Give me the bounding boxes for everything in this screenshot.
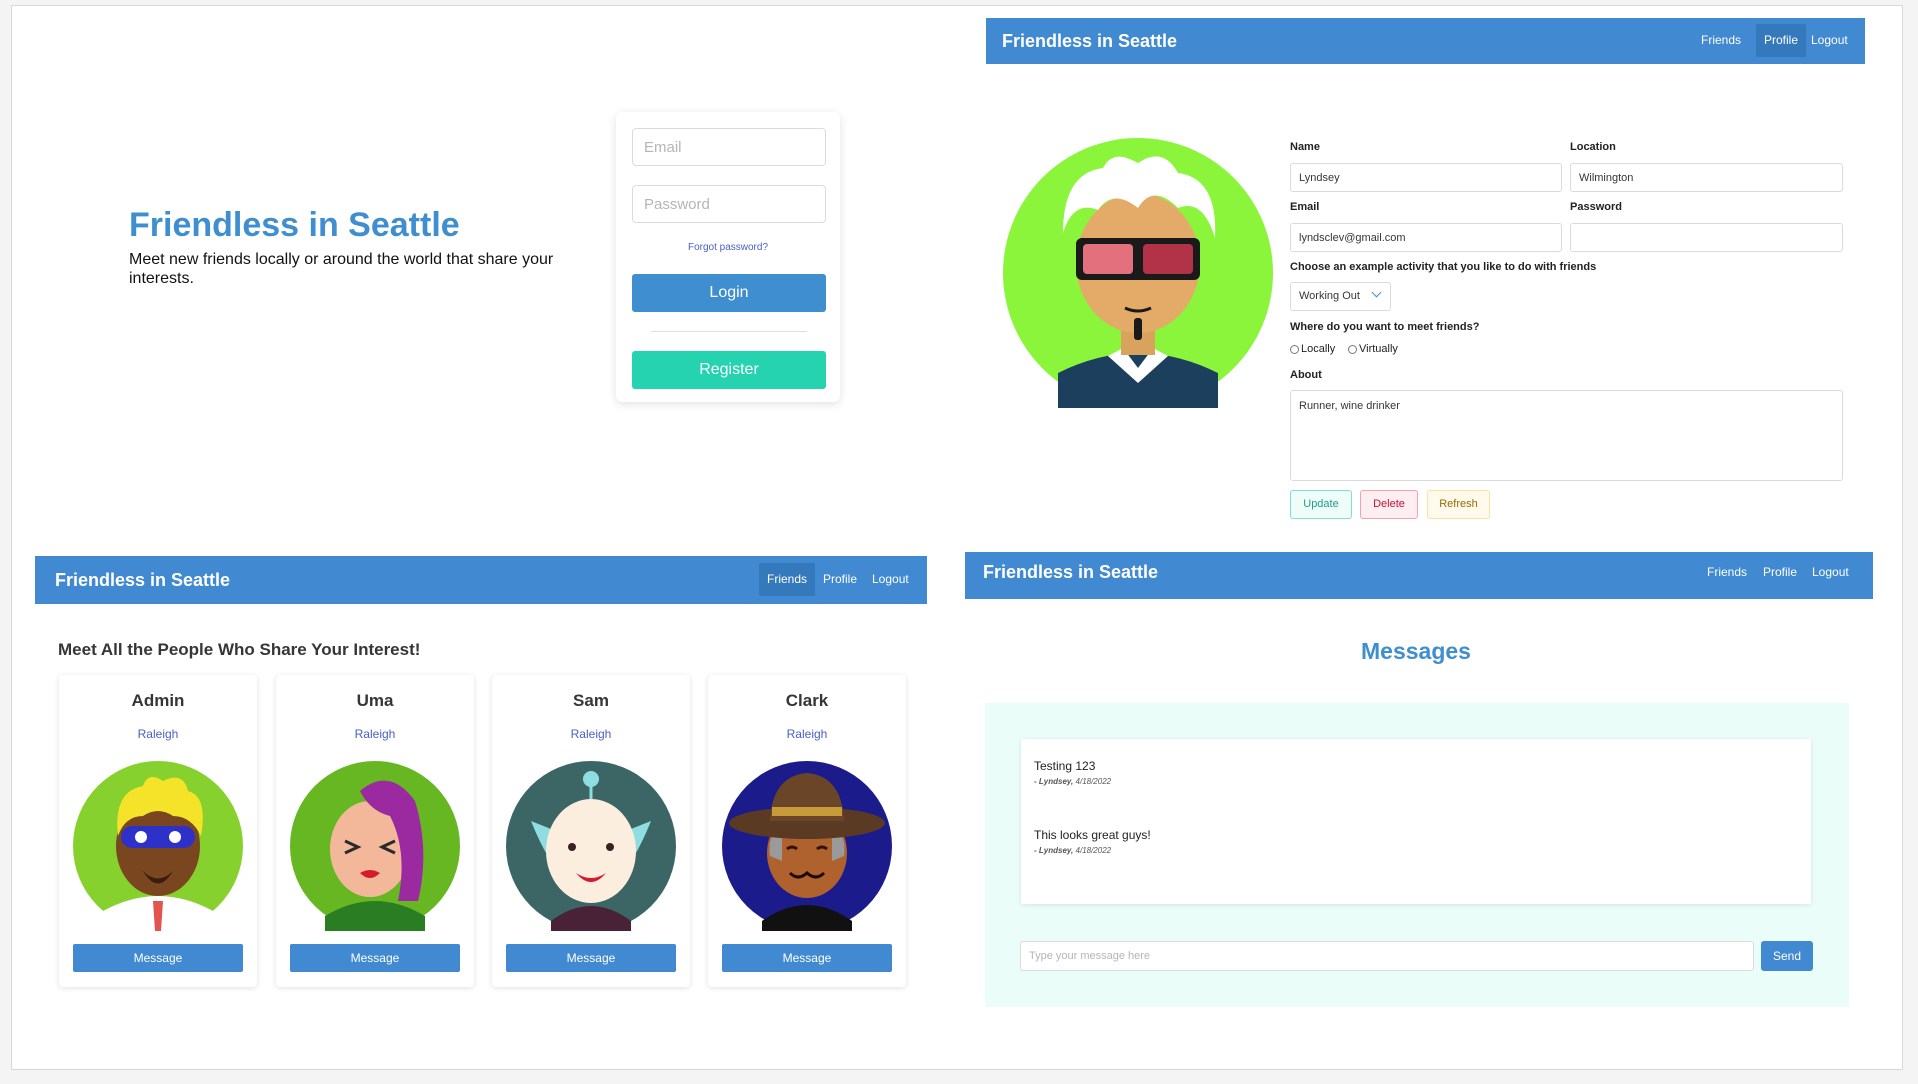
friend-card: Sam Raleigh Message: [492, 675, 690, 987]
admin-avatar-icon: [73, 761, 243, 931]
radio-locally-label: Locally: [1301, 343, 1336, 355]
friend-card: Uma Raleigh Message: [276, 675, 474, 987]
message-button[interactable]: Message: [73, 944, 243, 972]
activity-label: Choose an example activity that you like…: [1290, 261, 1597, 273]
message-button[interactable]: Message: [722, 944, 892, 972]
nav-logout[interactable]: Logout: [1803, 24, 1856, 57]
nav-friends[interactable]: Friends: [759, 563, 816, 596]
friend-name: Uma: [356, 691, 394, 710]
location-label: Location: [1570, 141, 1616, 153]
name-field[interactable]: [1290, 163, 1562, 192]
radio-locally[interactable]: Locally: [1290, 343, 1335, 355]
profile-navbar: Friendless in Seattle Friends Profile Lo…: [986, 18, 1865, 64]
update-button[interactable]: Update: [1290, 490, 1352, 519]
activity-select[interactable]: Working Out: [1290, 282, 1391, 311]
nav-friends[interactable]: Friends: [1699, 556, 1755, 589]
friend-city: Raleigh: [354, 727, 396, 741]
message-date: 4/18/2022: [1075, 777, 1112, 786]
message-input[interactable]: [1020, 941, 1754, 971]
friend-name: Sam: [573, 691, 609, 710]
friend-name: Admin: [131, 691, 185, 710]
sam-avatar-icon: [506, 761, 676, 931]
nav-profile[interactable]: Profile: [815, 563, 865, 596]
messages-section: Testing 123 - Lyndsey, 4/18/2022 This lo…: [985, 703, 1849, 1007]
message-text: This looks great guys!: [1034, 828, 1151, 842]
forgot-password-link[interactable]: Forgot password?: [616, 242, 840, 253]
friend-city: Raleigh: [137, 727, 179, 741]
email-label: Email: [1290, 201, 1320, 213]
message-author: - Lyndsey,: [1034, 777, 1074, 786]
profile-avatar-icon: [1003, 138, 1273, 408]
register-button[interactable]: Register: [632, 351, 826, 389]
friend-card: Admin Raleigh Message: [59, 675, 257, 987]
about-textarea[interactable]: Runner, wine drinker: [1290, 390, 1843, 481]
landing-subtitle: Meet new friends locally or around the w…: [129, 251, 554, 287]
nav-friends[interactable]: Friends: [1693, 24, 1749, 57]
friend-city: Raleigh: [786, 727, 828, 741]
profile-password-field[interactable]: [1570, 223, 1843, 252]
radio-virtually-label: Virtually: [1359, 343, 1398, 355]
message-meta: - Lyndsey, 4/18/2022: [1034, 777, 1111, 786]
message-button[interactable]: Message: [290, 944, 460, 972]
radio-circle-icon: [1348, 344, 1357, 354]
send-button[interactable]: Send: [1761, 941, 1813, 971]
message-author: - Lyndsey,: [1034, 846, 1074, 855]
landing-title: Friendless in Seattle: [129, 206, 460, 244]
message-text: Testing 123: [1034, 759, 1096, 773]
nav-logout[interactable]: Logout: [1804, 556, 1857, 589]
friend-card: Clark Raleigh Message: [708, 675, 906, 987]
uma-avatar-icon: [290, 761, 460, 931]
nav-logout[interactable]: Logout: [864, 563, 917, 596]
about-label: About: [1290, 369, 1322, 381]
friend-city: Raleigh: [570, 727, 612, 741]
radio-virtually[interactable]: Virtually: [1348, 343, 1398, 355]
nav-profile[interactable]: Profile: [1755, 556, 1805, 589]
activity-select-value: Working Out: [1299, 290, 1360, 302]
email-input[interactable]: [632, 128, 826, 166]
login-button[interactable]: Login: [632, 274, 826, 312]
message-list: Testing 123 - Lyndsey, 4/18/2022 This lo…: [1021, 739, 1811, 904]
password-label: Password: [1570, 201, 1622, 213]
messages-navbar: Friendless in Seattle Friends Profile Lo…: [965, 552, 1873, 599]
navbar-brand[interactable]: Friendless in Seattle: [55, 556, 230, 604]
message-button[interactable]: Message: [506, 944, 676, 972]
profile-email-field[interactable]: [1290, 223, 1562, 252]
login-card: Forgot password? Login Register: [616, 112, 840, 402]
message-meta: - Lyndsey, 4/18/2022: [1034, 846, 1111, 855]
meet-label: Where do you want to meet friends?: [1290, 321, 1480, 333]
delete-button[interactable]: Delete: [1360, 490, 1418, 519]
login-divider: [651, 331, 807, 332]
refresh-button[interactable]: Refresh: [1427, 490, 1490, 519]
message-date: 4/18/2022: [1075, 846, 1112, 855]
radio-circle-icon: [1290, 344, 1299, 354]
name-label: Name: [1290, 141, 1320, 153]
location-field[interactable]: [1570, 163, 1843, 192]
friends-heading: Meet All the People Who Share Your Inter…: [58, 640, 421, 659]
nav-profile[interactable]: Profile: [1756, 24, 1807, 57]
navbar-brand[interactable]: Friendless in Seattle: [983, 552, 1158, 592]
friend-name: Clark: [785, 691, 829, 710]
navbar-brand[interactable]: Friendless in Seattle: [1002, 18, 1177, 64]
clark-avatar-icon: [722, 761, 892, 931]
messages-heading: Messages: [1361, 638, 1471, 664]
chevron-down-icon: [1371, 287, 1382, 298]
password-input[interactable]: [632, 185, 826, 223]
friends-navbar: Friendless in Seattle Friends Profile Lo…: [35, 556, 927, 604]
